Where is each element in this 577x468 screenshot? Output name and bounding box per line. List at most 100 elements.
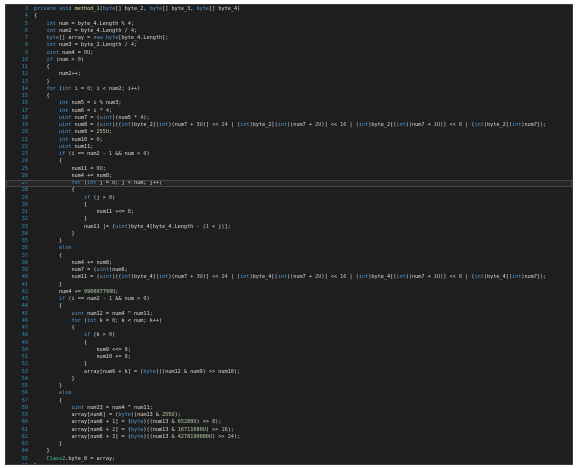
code-text[interactable]: }	[34, 448, 572, 455]
code-text[interactable]: else	[34, 390, 572, 397]
code-line[interactable]: 20 uint num9 = 255U;	[6, 129, 572, 136]
code-line[interactable]: 47 {	[6, 325, 572, 332]
code-line[interactable]: 12 num2++;	[6, 71, 572, 78]
code-line[interactable]: 61 array[num6 + 2] = (byte)((num13 & 167…	[6, 427, 572, 434]
code-line[interactable]: 26 num4 += num8;	[6, 173, 572, 180]
code-text[interactable]: }	[34, 79, 572, 86]
code-text[interactable]: int num5 = i % num3;	[34, 100, 572, 107]
code-line[interactable]: 50 num9 <<= 8;	[6, 347, 572, 354]
code-line[interactable]: 42 num4 += 990007799U;	[6, 289, 572, 296]
code-line[interactable]: 48 if (k > 0)	[6, 332, 572, 339]
code-text[interactable]: num9 <<= 8;	[34, 347, 572, 354]
code-text[interactable]: for (int k = 0; k < num; k++)	[34, 318, 572, 325]
code-text[interactable]: byte[] array = new byte[byte_4.Length];	[34, 35, 572, 42]
code-text[interactable]: else	[34, 245, 572, 252]
code-text[interactable]: }	[34, 463, 572, 464]
code-text[interactable]: uint num13 = num4 ^ num11;	[34, 405, 572, 412]
code-text[interactable]: }	[34, 238, 572, 245]
code-text[interactable]: num11 = 0U;	[34, 166, 572, 173]
code-text[interactable]: {	[34, 325, 572, 332]
code-line[interactable]: 11 {	[6, 64, 572, 71]
code-line[interactable]: 51 num10 += 8;	[6, 354, 572, 361]
code-text[interactable]: if (i == num2 - 1 && num > 0)	[34, 151, 572, 158]
code-text[interactable]: {	[34, 13, 572, 20]
code-text[interactable]: array[num6 + 2] = (byte)((num13 & 167116…	[34, 427, 572, 434]
code-line[interactable]: 55 }	[6, 383, 572, 390]
code-line[interactable]: 23 if (i == num2 - 1 && num > 0)	[6, 151, 572, 158]
code-text[interactable]: }	[34, 216, 572, 223]
code-text[interactable]: if (i == num2 - 1 && num > 0)	[34, 296, 572, 303]
code-line[interactable]: 27 for (int j = 0; j < num; j++)	[6, 180, 572, 188]
code-line[interactable]: 25 num11 = 0U;	[6, 166, 572, 173]
code-text[interactable]: int num10 = 0;	[34, 137, 572, 144]
code-line[interactable]: 24 {	[6, 158, 572, 165]
code-line[interactable]: 8 int num3 = byte_2.Length / 4;	[6, 42, 572, 49]
code-text[interactable]: num11 = (uint)((int)byte_4[(int)(num7 + …	[34, 274, 572, 281]
code-text[interactable]: {	[34, 64, 572, 71]
code-line[interactable]: 5 int num = byte_4.Length % 4;	[6, 21, 572, 28]
code-line[interactable]: 65 Class2.byte_0 = array;	[6, 456, 572, 463]
code-line[interactable]: 41 }	[6, 282, 572, 289]
code-text[interactable]: int num3 = byte_2.Length / 4;	[34, 42, 572, 49]
code-text[interactable]: {	[34, 202, 572, 209]
code-line[interactable]: 53 array[num6 + k] = (byte)((num12 & num…	[6, 369, 572, 376]
code-text[interactable]: {	[34, 340, 572, 347]
code-text[interactable]: num10 += 8;	[34, 354, 572, 361]
code-line[interactable]: 17 int num6 = i * 4;	[6, 108, 572, 115]
code-line[interactable]: 37 {	[6, 253, 572, 260]
code-line[interactable]: 3 private void method_1(byte[] byte_2, by…	[6, 6, 572, 13]
code-line[interactable]: 6 int num2 = byte_4.Length / 4;	[6, 28, 572, 35]
code-text[interactable]: num11 |= (uint)byte_4[byte_4.Length - (1…	[34, 224, 572, 231]
code-text[interactable]: uint num11;	[34, 144, 572, 151]
code-line[interactable]: 58 uint num13 = num4 ^ num11;	[6, 405, 572, 412]
code-text[interactable]: if (num > 0)	[34, 57, 572, 64]
code-line[interactable]: 66}	[6, 463, 572, 464]
code-text[interactable]: for (int i = 0; i < num2; i++)	[34, 86, 572, 93]
code-text[interactable]: uint num12 = num4 ^ num11;	[34, 311, 572, 318]
code-line[interactable]: 63 }	[6, 441, 572, 448]
code-line[interactable]: 45 uint num12 = num4 ^ num11;	[6, 311, 572, 318]
code-line[interactable]: 64 }	[6, 448, 572, 455]
code-line[interactable]: 9 uint num4 = 0U;	[6, 50, 572, 57]
code-text[interactable]: {	[34, 158, 572, 165]
code-text[interactable]: num2++;	[34, 71, 572, 78]
code-text[interactable]: array[num6 + 1] = (byte)((num13 & 65280U…	[34, 419, 572, 426]
code-line[interactable]: 59 array[num6] = (byte)(num13 & 255U);	[6, 412, 572, 419]
code-text[interactable]: array[num6 + k] = (byte)((num12 & num9) …	[34, 369, 572, 376]
code-line[interactable]: 19 uint num8 = (uint)((int)byte_2[(int)(…	[6, 122, 572, 129]
code-text[interactable]: uint num4 = 0U;	[34, 50, 572, 57]
code-text[interactable]: array[num6 + 3] = (byte)((num13 & 427819…	[34, 434, 572, 441]
code-text[interactable]: {	[34, 253, 572, 260]
code-line[interactable]: 40 num11 = (uint)((int)byte_4[(int)(num7…	[6, 274, 572, 281]
code-line[interactable]: 33 num11 |= (uint)byte_4[byte_4.Length -…	[6, 224, 572, 231]
code-line[interactable]: 31 num11 <<= 8;	[6, 209, 572, 216]
code-text[interactable]: {	[34, 187, 572, 194]
code-line[interactable]: 29 if (j > 0)	[6, 195, 572, 202]
code-text[interactable]: num4 += num8;	[34, 173, 572, 180]
code-text[interactable]: uint num7 = (uint)(num5 * 4);	[34, 115, 572, 122]
code-line[interactable]: 35 }	[6, 238, 572, 245]
code-line[interactable]: 54 }	[6, 376, 572, 383]
code-text[interactable]: num4 += 990007799U;	[34, 289, 572, 296]
code-text[interactable]: }	[34, 441, 572, 448]
code-line[interactable]: 62 array[num6 + 3] = (byte)((num13 & 427…	[6, 434, 572, 441]
code-text[interactable]: }	[34, 376, 572, 383]
code-text[interactable]: {	[34, 93, 572, 100]
code-line[interactable]: 4{	[6, 13, 572, 20]
code-line[interactable]: 18 uint num7 = (uint)(num5 * 4);	[6, 115, 572, 122]
code-text[interactable]: }	[34, 231, 572, 238]
code-editor-window[interactable]: 3 private void method_1(byte[] byte_2, by…	[5, 4, 573, 465]
code-line[interactable]: 43 if (i == num2 - 1 && num > 0)	[6, 296, 572, 303]
code-text[interactable]: for (int j = 0; j < num; j++)	[34, 180, 572, 187]
code-text[interactable]: {	[34, 398, 572, 405]
code-text[interactable]: Class2.byte_0 = array;	[34, 456, 572, 463]
code-line[interactable]: 46 for (int k = 0; k < num; k++)	[6, 318, 572, 325]
code-line[interactable]: 34 }	[6, 231, 572, 238]
code-view[interactable]: 3 private void method_1(byte[] byte_2, by…	[6, 5, 572, 464]
code-line[interactable]: 56 else	[6, 390, 572, 397]
code-text[interactable]: uint num9 = 255U;	[34, 129, 572, 136]
code-line[interactable]: 44 {	[6, 303, 572, 310]
code-line[interactable]: 28 {	[6, 187, 572, 194]
code-line[interactable]: 13 }	[6, 79, 572, 86]
code-text[interactable]: array[num6] = (byte)(num13 & 255U);	[34, 412, 572, 419]
